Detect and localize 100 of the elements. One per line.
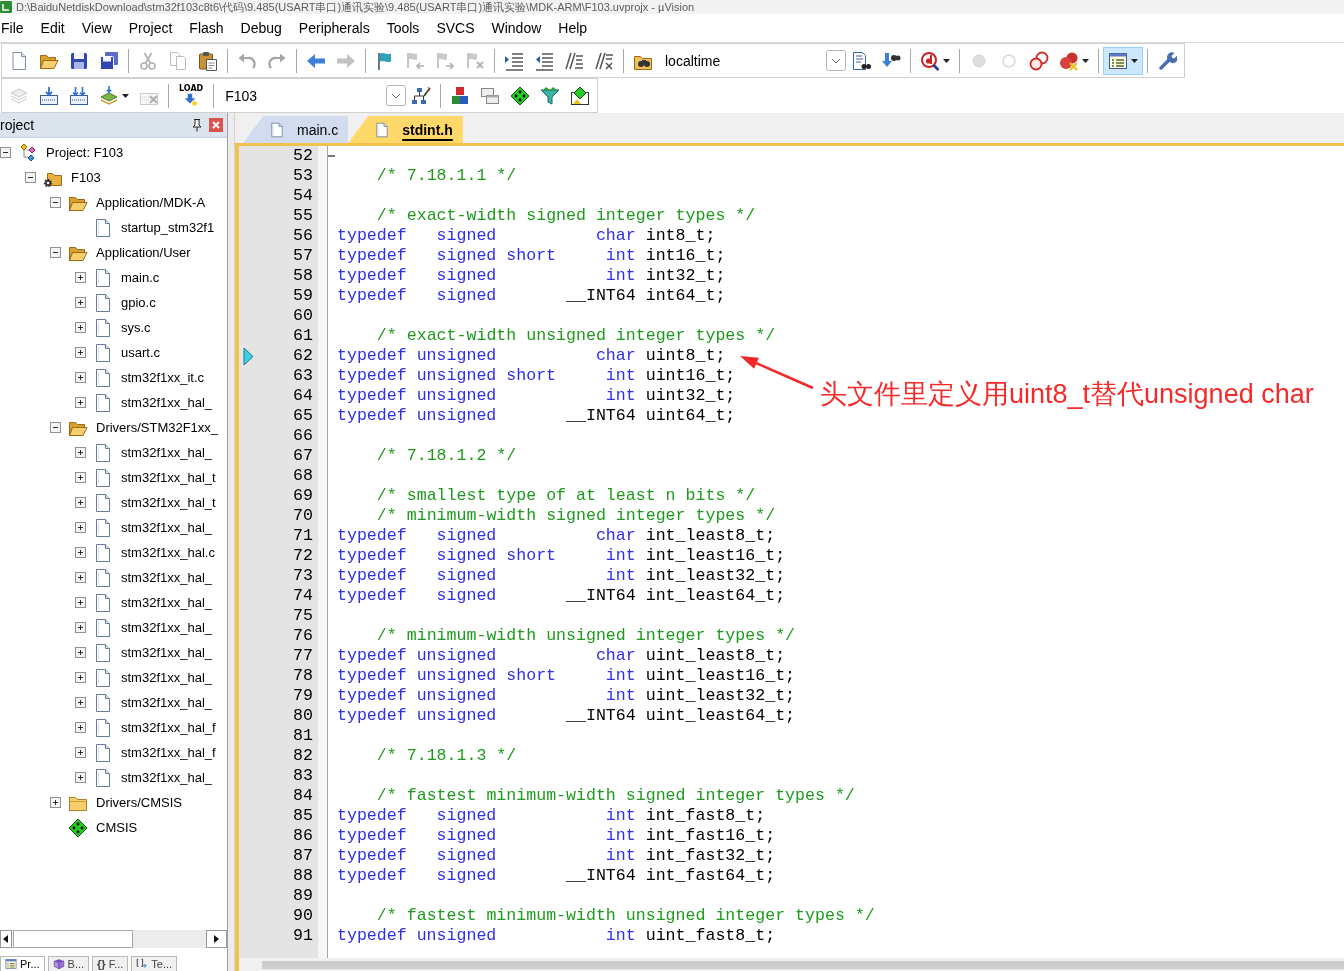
plus-box-icon[interactable] (75, 547, 86, 558)
pin-icon[interactable] (191, 118, 203, 132)
plus-box-icon[interactable] (75, 397, 86, 408)
tree-item[interactable]: stm32f1xx_hal_ (121, 645, 213, 660)
stacked-windows-icon[interactable] (480, 85, 501, 106)
tree-item[interactable]: stm32f1xx_hal_ (121, 695, 213, 710)
combo-box[interactable]: localtime (658, 48, 846, 73)
plus-box-icon[interactable] (75, 372, 86, 383)
scrollbar-thumb[interactable] (262, 960, 1344, 969)
wrench-icon[interactable] (1157, 50, 1177, 71)
menu-item[interactable]: Project (120, 17, 181, 39)
new-file-icon[interactable] (9, 50, 29, 71)
magnifier-icon[interactable] (920, 50, 940, 71)
circles-icon[interactable] (1029, 50, 1049, 71)
tree-item[interactable]: stm32f1xx_hal_ (121, 570, 213, 585)
plus-box-icon[interactable] (75, 672, 86, 683)
funnel-icon[interactable] (540, 85, 561, 106)
menu-item[interactable]: Flash (180, 17, 233, 39)
diamond-box-icon[interactable] (570, 85, 591, 106)
plus-box-icon[interactable] (75, 697, 86, 708)
plus-box-icon[interactable] (75, 322, 86, 333)
minus-box-icon[interactable] (50, 247, 61, 258)
tree-item[interactable]: gpio.c (121, 295, 156, 310)
indent-icon[interactable] (504, 50, 524, 71)
scroll-right-icon[interactable] (206, 930, 227, 948)
toggle-button[interactable] (1103, 46, 1143, 75)
tree-item[interactable]: Project: F103 (46, 145, 124, 160)
tree-item[interactable]: Drivers/STM32F1xx_ (96, 420, 219, 435)
plus-box-icon[interactable] (75, 272, 86, 283)
plus-box-icon[interactable] (75, 347, 86, 358)
tree-item[interactable]: sys.c (121, 320, 151, 335)
caret-icon[interactable] (943, 58, 950, 63)
scrollbar[interactable] (0, 930, 227, 948)
tree-item[interactable]: Application/User (96, 245, 191, 260)
diamond-icon[interactable] (510, 85, 531, 106)
slashes-lines-icon[interactable] (564, 50, 584, 71)
save-icon[interactable] (69, 50, 89, 71)
close-icon[interactable] (209, 118, 223, 132)
tray-double-arrow-icon[interactable] (69, 85, 89, 106)
caret-icon[interactable] (122, 93, 129, 98)
clipboard-icon[interactable] (198, 50, 218, 71)
plus-box-icon[interactable] (75, 722, 86, 733)
plus-box-icon[interactable] (75, 472, 86, 483)
tree-item[interactable]: stm32f1xx_hal_ (121, 670, 213, 685)
tree-item[interactable]: stm32f1xx_hal_f (121, 745, 216, 760)
tree-item[interactable]: stm32f1xx_hal_ (121, 520, 213, 535)
tree-item[interactable]: usart.c (121, 345, 160, 360)
plus-box-icon[interactable] (75, 297, 86, 308)
document-binoculars-icon[interactable] (851, 50, 871, 71)
tree-item[interactable]: stm32f1xx_hal_ (121, 395, 213, 410)
minus-box-icon[interactable] (50, 197, 61, 208)
tree-item[interactable]: stm32f1xx_it.c (121, 370, 205, 385)
tree-item[interactable]: stm32f1xx_hal_ (121, 770, 213, 785)
plus-box-icon[interactable] (75, 497, 86, 508)
tree-item[interactable]: stm32f1xx_hal_t (121, 495, 216, 510)
minus-box-icon[interactable] (25, 172, 36, 183)
tree-item[interactable]: Application/MDK-A (96, 195, 206, 210)
minus-box-icon[interactable] (0, 147, 11, 158)
plus-box-icon[interactable] (50, 797, 61, 808)
tree-item[interactable]: startup_stm32f1 (121, 220, 215, 235)
tree-item[interactable]: Drivers/CMSIS (96, 795, 182, 810)
panel-tab[interactable]: Pr... (0, 956, 45, 971)
caret-icon[interactable] (1131, 58, 1138, 63)
scrollbar[interactable] (239, 958, 1344, 971)
minus-box-icon[interactable] (50, 422, 61, 433)
tree-item[interactable]: stm32f1xx_hal_ (121, 595, 213, 610)
menu-item[interactable]: Window (483, 17, 550, 39)
caret-icon[interactable] (1082, 58, 1089, 63)
menu-item[interactable]: Debug (232, 17, 291, 39)
plus-box-icon[interactable] (75, 622, 86, 633)
scroll-left-icon[interactable] (0, 930, 12, 948)
plus-box-icon[interactable] (75, 772, 86, 783)
combo-box[interactable]: F103 (218, 83, 407, 108)
plus-box-icon[interactable] (75, 572, 86, 583)
tree-item[interactable]: stm32f1xx_hal_f (121, 720, 216, 735)
menu-item[interactable]: Peripherals (290, 17, 379, 39)
menu-item[interactable]: SVCS (427, 17, 483, 39)
window-list-icon[interactable] (1108, 50, 1128, 71)
editor-tab[interactable]: stdint.h (348, 116, 463, 143)
tree-item[interactable]: main.c (121, 270, 160, 285)
menu-item[interactable]: View (73, 17, 121, 39)
plus-box-icon[interactable] (75, 747, 86, 758)
tree-item[interactable]: F103 (71, 170, 101, 185)
tray-arrow-icon[interactable] (39, 85, 59, 106)
panel-tab[interactable]: B... (47, 956, 90, 971)
tree-item[interactable]: CMSIS (96, 820, 138, 835)
panel-tab[interactable]: {} F... (92, 956, 129, 971)
plus-box-icon[interactable] (75, 647, 86, 658)
scrollbar-thumb[interactable] (13, 930, 133, 948)
circles-cross-icon[interactable] (1059, 50, 1079, 71)
tree-item[interactable]: stm32f1xx_hal_t (121, 470, 216, 485)
menu-item[interactable]: File (0, 17, 33, 39)
save-all-icon[interactable] (99, 50, 119, 71)
menu-item[interactable]: Tools (378, 17, 428, 39)
hierarchy-wand-icon[interactable] (411, 85, 432, 106)
menu-item[interactable]: Help (549, 17, 596, 39)
plus-box-icon[interactable] (75, 597, 86, 608)
tree-item[interactable]: stm32f1xx_hal.c (121, 545, 215, 560)
slashes-cross-icon[interactable] (594, 50, 614, 71)
menu-item[interactable]: Edit (32, 17, 74, 39)
